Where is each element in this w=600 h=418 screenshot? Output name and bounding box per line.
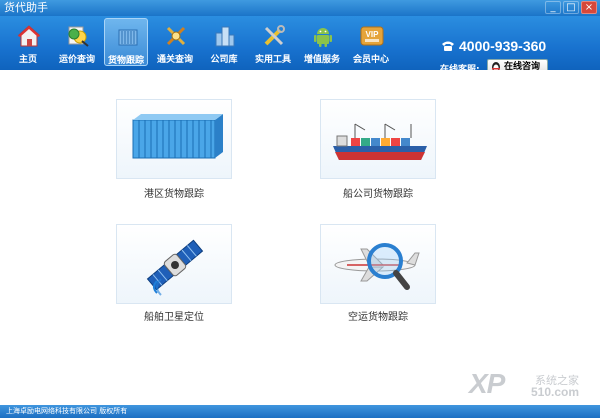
nav-member-center[interactable]: VIP 会员中心 (349, 18, 393, 66)
nav-home[interactable]: 主页 (6, 18, 50, 66)
android-icon (314, 28, 332, 47)
copyright-text: 上海卓励电网络科技有限公司 版权所有 (6, 407, 128, 415)
phone-icon (442, 41, 454, 51)
hotline: 4000-939-360 (441, 38, 546, 54)
customs-query-icon (166, 26, 186, 46)
tile-port-cargo-tracking-label: 港区货物跟踪 (144, 189, 204, 200)
nav-home-label: 主页 (18, 55, 37, 65)
home-icon (17, 25, 41, 47)
main-nav: 主页 运价查询 货物跟踪 通关查询 公司库 实用工具 增值服务 VIP 会员中心 (6, 18, 398, 66)
main-toolbar: 主页 运价查询 货物跟踪 通关查询 公司库 实用工具 增值服务 VIP 会员中心… (0, 16, 600, 75)
tile-ship-satellite-positioning-label: 船舶卫星定位 (144, 312, 204, 323)
nav-cargo-tracking-label: 货物跟踪 (107, 56, 144, 66)
nav-company-library[interactable]: 公司库 (202, 18, 246, 66)
minimize-button[interactable]: _ (545, 1, 561, 14)
status-bar: 上海卓励电网络科技有限公司 版权所有 (0, 405, 600, 418)
cargo-tracking-icon (118, 29, 138, 46)
hotline-number: 4000-939-360 (459, 38, 547, 54)
vip-badge-text: VIP (366, 30, 380, 39)
window-title: 货代助手 (4, 1, 48, 14)
tile-shipping-line-tracking[interactable] (320, 99, 436, 179)
satellite-icon (146, 239, 204, 296)
title-bar: 货代助手 _ □ × (0, 0, 600, 16)
nav-tools[interactable]: 实用工具 (251, 18, 295, 66)
nav-member-center-label: 会员中心 (352, 55, 389, 65)
container-icon (132, 114, 223, 159)
watermark-number: 510.com (531, 385, 580, 399)
tools-icon (264, 25, 285, 46)
tile-port-cargo-tracking[interactable] (116, 99, 232, 179)
watermark-logo: XP 系统之家 510.com (469, 368, 579, 400)
company-library-icon (215, 26, 235, 47)
window-controls: _ □ × (545, 1, 597, 14)
tile-ship-satellite-positioning[interactable] (116, 224, 232, 304)
tile-shipping-line-tracking-label: 船公司货物跟踪 (343, 189, 413, 200)
nav-freight-rate[interactable]: 运价查询 (55, 18, 99, 66)
tile-air-cargo-tracking-label: 空运货物跟踪 (348, 312, 408, 323)
freight-rate-search-icon (68, 26, 89, 47)
nav-customs-label: 通关查询 (156, 55, 193, 65)
close-button[interactable]: × (581, 1, 597, 14)
vip-member-icon: VIP (360, 26, 384, 46)
nav-value-added[interactable]: 增值服务 (300, 18, 344, 66)
nav-company-library-label: 公司库 (210, 55, 238, 65)
nav-cargo-tracking[interactable]: 货物跟踪 (104, 18, 148, 66)
main-content: 港区货物跟踪 船公司货物跟踪 船舶卫星定位 空运货物跟踪 (0, 70, 600, 405)
nav-freight-rate-label: 运价查询 (58, 55, 95, 65)
cargo-ship-icon (333, 123, 427, 160)
nav-value-added-label: 增值服务 (303, 55, 340, 65)
watermark-brand: XP (469, 368, 505, 399)
nav-customs[interactable]: 通关查询 (153, 18, 197, 66)
nav-tools-label: 实用工具 (254, 55, 291, 65)
airplane-magnifier-icon (334, 243, 420, 290)
maximize-button[interactable]: □ (563, 1, 579, 14)
tile-air-cargo-tracking[interactable] (320, 224, 436, 304)
